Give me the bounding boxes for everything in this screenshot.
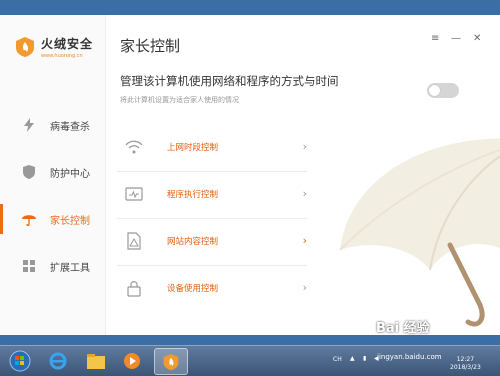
sidebar-item-parental-control[interactable]: 家长控制 — [0, 196, 105, 242]
umbrella-icon — [22, 212, 36, 226]
chevron-right-icon: › — [302, 234, 307, 247]
clock-time: 12:27 — [456, 356, 475, 363]
control-item-program-execution[interactable]: 程序执行控制 › — [117, 172, 307, 218]
baidu-watermark: Bai 经验 — [376, 321, 430, 336]
document-warning-icon — [127, 232, 141, 250]
shield-icon — [22, 165, 36, 179]
close-button[interactable]: ✕ — [473, 33, 481, 44]
control-item-label: 网站内容控制 — [167, 237, 219, 247]
grid-icon — [22, 259, 36, 273]
sidebar-item-label: 家长控制 — [50, 215, 90, 227]
control-item-label: 程序执行控制 — [167, 190, 219, 200]
main-panel: 家长控制 ≡ — ✕ 管理该计算机使用网络和程序的方式与时间 将此计算机设置为适… — [105, 15, 500, 335]
sidebar-item-virus-scan[interactable]: 病毒查杀 — [0, 102, 105, 148]
program-window-icon — [125, 187, 143, 201]
network-icon[interactable]: ▮ — [363, 355, 366, 362]
chevron-right-icon: › — [302, 140, 307, 153]
lock-icon — [127, 281, 141, 297]
clock[interactable]: 12:27 2018/3/23 — [450, 356, 481, 372]
lightning-icon — [22, 118, 36, 132]
control-item-device-usage[interactable]: 设备使用控制 › — [117, 266, 307, 312]
control-item-label: 上网时段控制 — [167, 143, 219, 153]
sidebar-item-extension-tools[interactable]: 扩展工具 — [0, 243, 105, 289]
app-name: 火绒安全 — [41, 37, 94, 51]
flame-logo-icon — [16, 37, 34, 57]
clock-date: 2018/3/23 — [450, 364, 481, 371]
sidebar-item-label: 病毒查杀 — [50, 121, 90, 133]
media-player-icon[interactable] — [116, 348, 148, 373]
file-explorer-icon[interactable] — [80, 348, 112, 373]
section-subtitle: 将此计算机设置为适合家人使用的情况 — [120, 96, 239, 104]
control-item-website-content[interactable]: 网站内容控制 › — [117, 219, 307, 265]
start-button[interactable] — [4, 348, 36, 373]
sidebar-item-protection[interactable]: 防护中心 — [0, 149, 105, 195]
watermark-url: jingyan.baidu.com — [377, 353, 442, 361]
app-url: www.huorong.cn — [41, 53, 83, 59]
tray-icon[interactable]: ▲ — [350, 355, 355, 362]
toggle-knob — [429, 85, 440, 96]
sidebar-item-label: 扩展工具 — [50, 262, 90, 274]
menu-button[interactable]: ≡ — [431, 33, 439, 44]
language-indicator[interactable]: CH — [333, 356, 342, 363]
wifi-icon — [125, 140, 143, 154]
sidebar-item-label: 防护中心 — [50, 168, 90, 180]
app-window: 火绒安全 www.huorong.cn 病毒查杀 防护中心 家长控制 扩展工具 … — [0, 15, 500, 335]
chevron-right-icon: › — [302, 187, 307, 200]
huorong-taskbar-icon[interactable] — [154, 348, 188, 375]
chevron-right-icon: › — [302, 281, 307, 294]
logo: 火绒安全 www.huorong.cn — [14, 35, 93, 59]
control-item-internet-time[interactable]: 上网时段控制 › — [117, 125, 307, 171]
sidebar: 火绒安全 www.huorong.cn 病毒查杀 防护中心 家长控制 扩展工具 — [0, 15, 106, 335]
page-title: 家长控制 — [120, 37, 181, 55]
parental-control-toggle[interactable] — [427, 83, 459, 98]
umbrella-illustration — [339, 138, 500, 327]
minimize-button[interactable]: — — [451, 33, 461, 44]
control-item-label: 设备使用控制 — [167, 284, 219, 294]
internet-explorer-icon[interactable] — [42, 348, 74, 373]
section-heading: 管理该计算机使用网络和程序的方式与时间 — [120, 74, 339, 88]
